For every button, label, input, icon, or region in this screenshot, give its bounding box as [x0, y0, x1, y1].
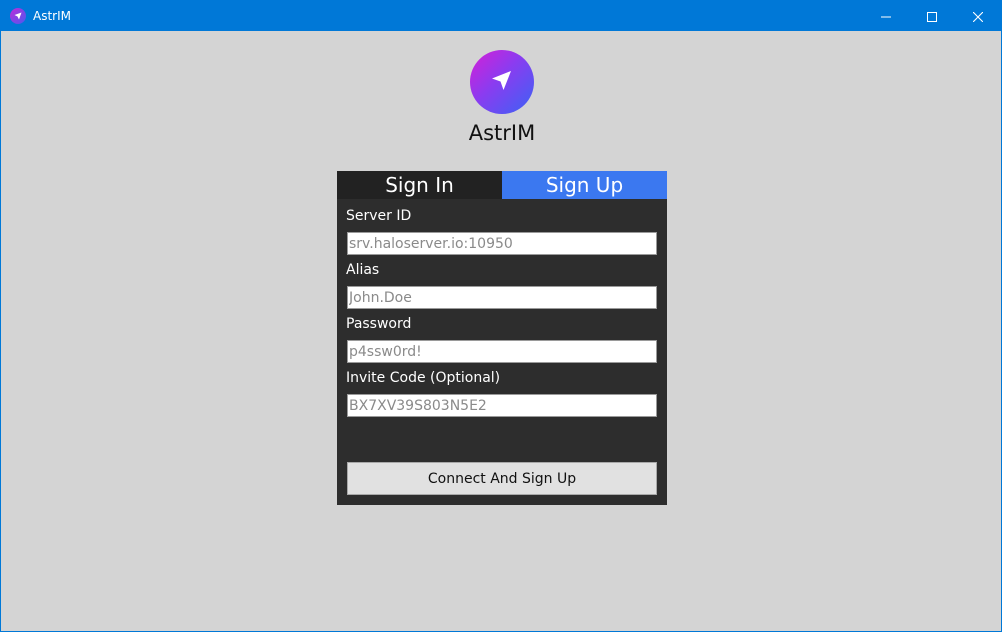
- alias-label: Alias: [346, 262, 380, 278]
- title-bar[interactable]: AstrIM: [1, 1, 1001, 31]
- maximize-button[interactable]: [909, 1, 955, 31]
- connect-sign-up-button[interactable]: Connect And Sign Up: [347, 462, 657, 495]
- window-controls: [863, 1, 1001, 31]
- paper-plane-icon: [485, 63, 519, 101]
- server-id-label: Server ID: [346, 208, 412, 224]
- invite-code-label: Invite Code (Optional): [346, 370, 501, 386]
- close-icon: [972, 7, 984, 26]
- app-logo: [470, 50, 534, 114]
- app-window: AstrIM AstrIM Sign In Sign Up Server ID …: [0, 0, 1002, 632]
- server-id-input[interactable]: [347, 232, 657, 255]
- tab-sign-up[interactable]: Sign Up: [502, 171, 667, 199]
- app-name: AstrIM: [468, 121, 536, 145]
- auth-tabs: Sign In Sign Up: [337, 171, 667, 199]
- maximize-icon: [927, 7, 937, 26]
- password-input[interactable]: [347, 340, 657, 363]
- auth-panel: Sign In Sign Up Server ID Alias Password…: [337, 171, 667, 505]
- invite-code-input[interactable]: [347, 394, 657, 417]
- alias-input[interactable]: [347, 286, 657, 309]
- close-button[interactable]: [955, 1, 1001, 31]
- tab-sign-in[interactable]: Sign In: [337, 171, 502, 199]
- paper-plane-icon: [10, 8, 26, 24]
- window-title: AstrIM: [33, 9, 71, 23]
- minimize-icon: [881, 7, 891, 26]
- password-label: Password: [346, 316, 412, 332]
- minimize-button[interactable]: [863, 1, 909, 31]
